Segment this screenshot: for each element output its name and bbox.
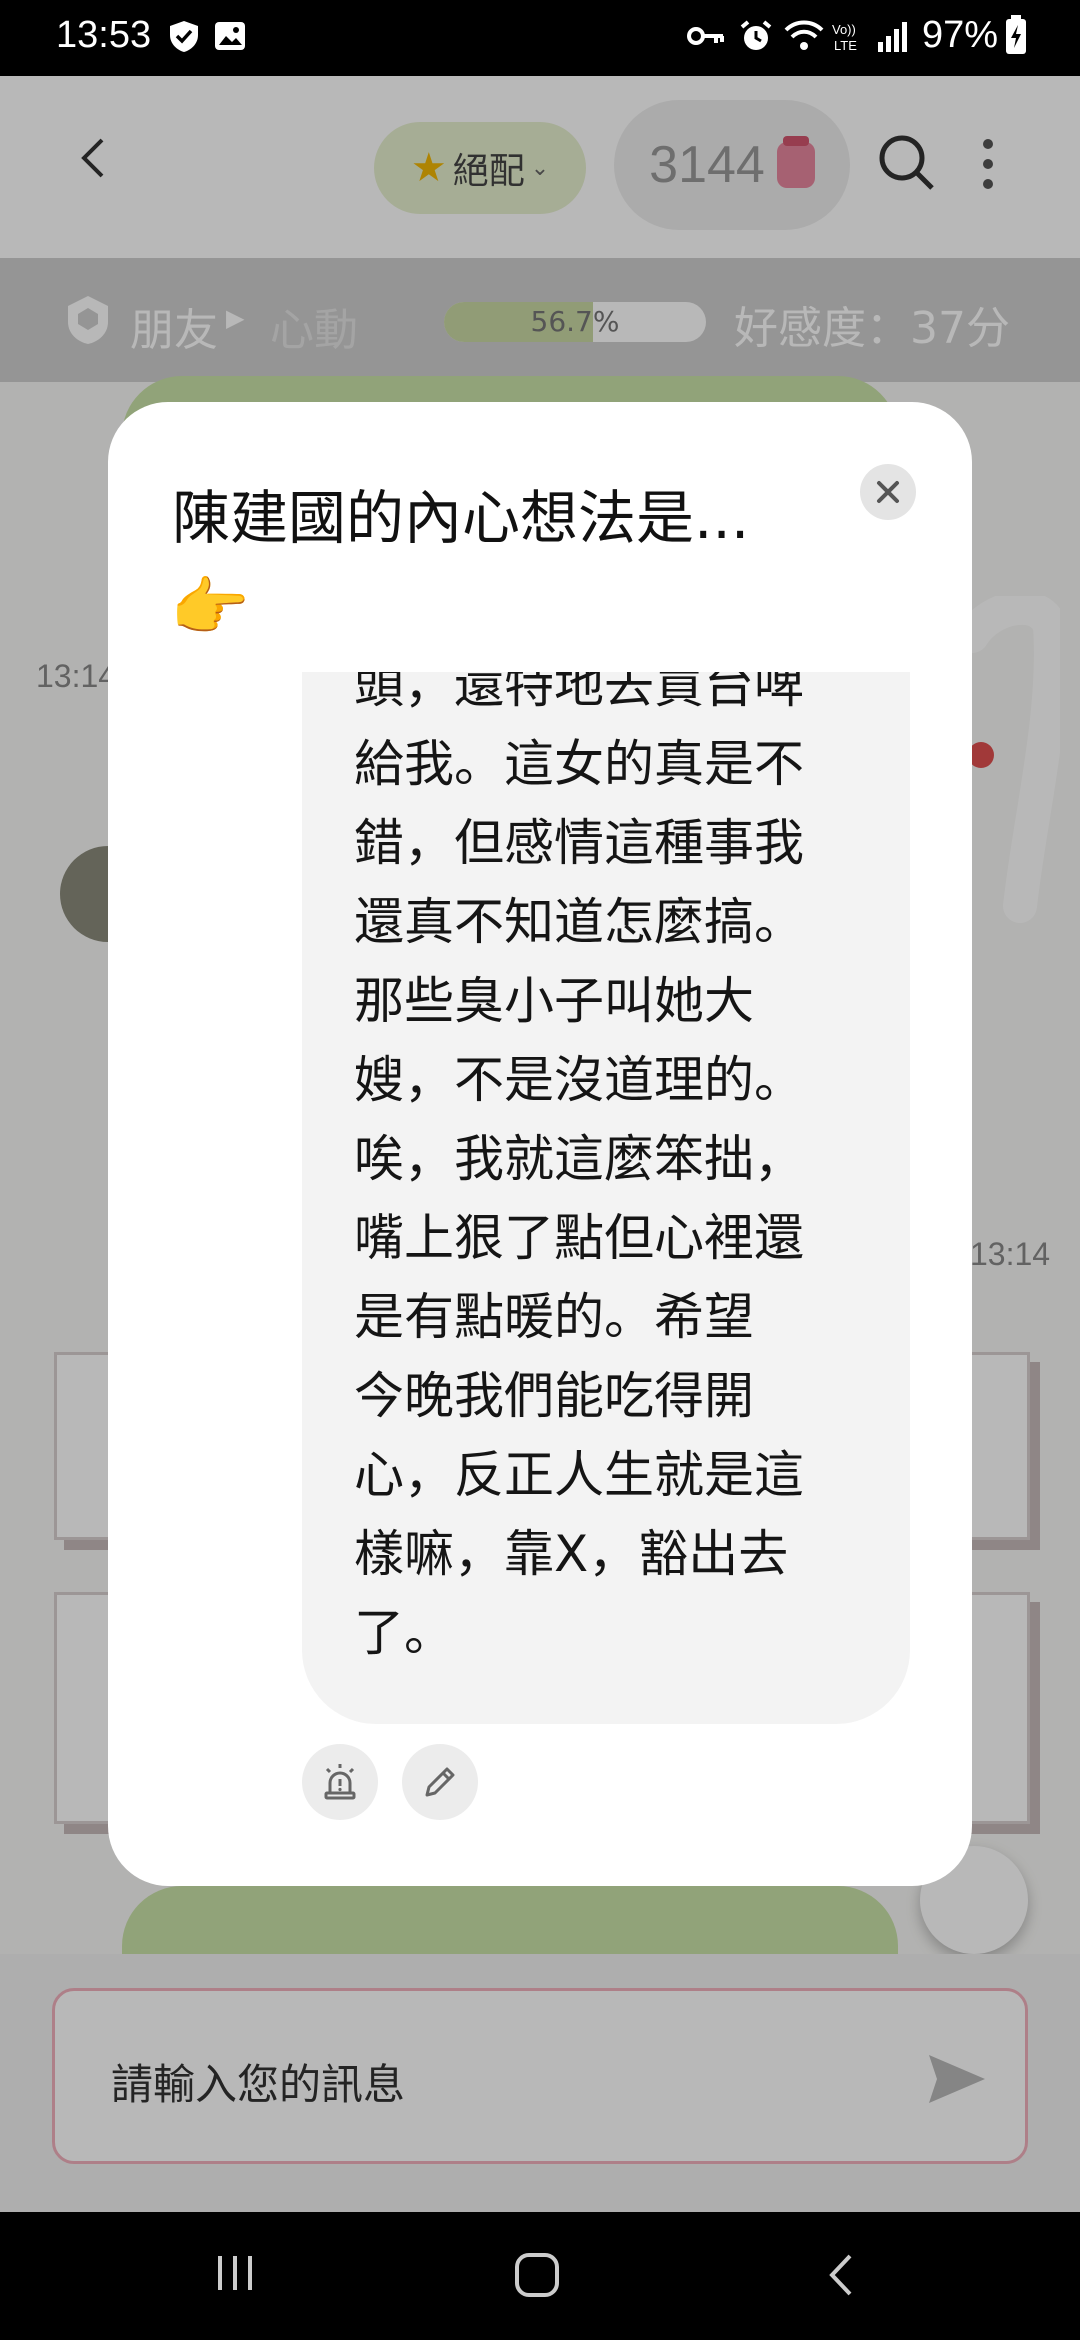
battery-charging-icon [1006, 15, 1026, 54]
shield-check-icon [170, 21, 198, 52]
siren-icon [324, 1764, 356, 1800]
close-icon [877, 481, 899, 503]
system-nav-bar [0, 2212, 1080, 2340]
inner-thoughts-dialog: 陳建國的內心想法是... 👉 頭，還特地去買台啤 給我。這女的真是不 錯，但感情… [108, 402, 972, 1886]
status-bar: 13:53 Vo)) LTE 97% [0, 0, 1080, 76]
back-nav-icon[interactable] [826, 2252, 856, 2298]
recent-apps-icon[interactable] [214, 2252, 256, 2294]
edit-button[interactable] [402, 1744, 478, 1820]
signal-icon [878, 22, 907, 52]
svg-text:LTE: LTE [834, 38, 857, 53]
alarm-icon [740, 20, 772, 50]
svg-text:Vo)): Vo)) [832, 22, 856, 37]
pencil-icon [425, 1767, 455, 1797]
home-icon[interactable] [514, 2252, 560, 2298]
thought-text: 頭，還特地去買台啤 給我。這女的真是不 錯，但感情這種事我 還真不知道怎麼搞。 … [354, 672, 804, 1662]
dialog-title: 陳建國的內心想法是... [172, 484, 750, 552]
close-button[interactable] [860, 464, 916, 520]
report-button[interactable] [302, 1744, 378, 1820]
key-icon [687, 27, 724, 45]
volte-icon: Vo))LTE [832, 22, 857, 53]
status-time: 13:53 [56, 14, 152, 56]
battery-percent: 97% [922, 14, 999, 56]
pointing-hand-icon: 👉 [170, 571, 250, 645]
image-icon [215, 22, 245, 50]
wifi-icon [784, 20, 824, 50]
thought-bubble: 頭，還特地去買台啤 給我。這女的真是不 錯，但感情這種事我 還真不知道怎麼搞。 … [302, 672, 910, 1724]
